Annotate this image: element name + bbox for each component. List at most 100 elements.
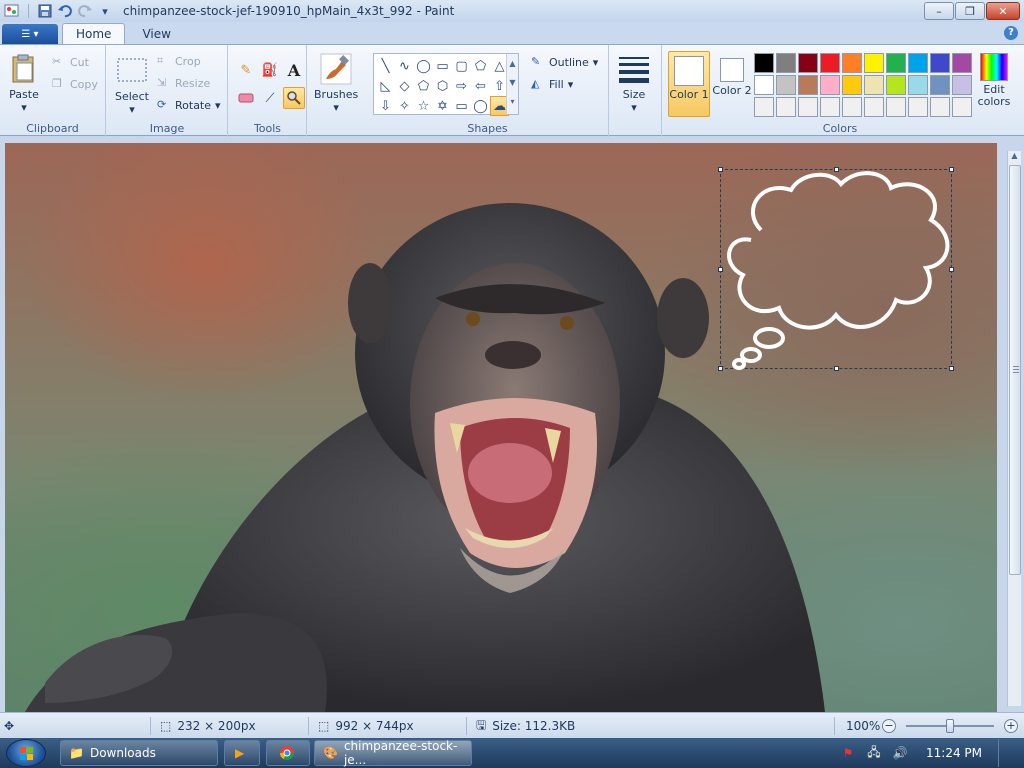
color-swatch[interactable] [908,53,928,73]
tab-home[interactable]: Home [62,23,126,44]
start-button[interactable] [6,739,46,767]
color-swatch[interactable] [754,97,774,117]
zoom-out-button[interactable]: − [882,719,896,733]
diamond-shape-icon[interactable]: ◇ [395,76,414,96]
color-swatch[interactable] [842,97,862,117]
shapes-gallery-scroll[interactable]: ▲ ▼ ▾ [506,54,518,114]
taskbar-item-paint[interactable]: 🎨 chimpanzee-stock-je... [314,739,472,767]
color-swatch[interactable] [798,97,818,117]
color-swatch[interactable] [798,53,818,73]
five-point-star-shape-icon[interactable]: ☆ [414,96,433,116]
color-swatch[interactable] [820,97,840,117]
select-button[interactable]: Select ▾ [115,55,149,116]
color-swatch[interactable] [798,75,818,95]
clock[interactable]: 11:24 PM [926,746,982,760]
resize-button[interactable]: ⇲ Resize [157,76,210,90]
network-icon[interactable]: 🖧 [866,745,882,761]
crop-button[interactable]: ⌗ Crop [157,54,201,68]
four-point-star-shape-icon[interactable]: ✧ [395,96,414,116]
zoom-in-button[interactable]: + [1004,719,1018,733]
left-arrow-shape-icon[interactable]: ⇦ [471,76,490,96]
pencil-icon[interactable]: ✎ [235,59,257,81]
polygon-shape-icon[interactable]: ⬠ [471,56,490,76]
maximize-button[interactable]: ❐ [955,2,985,20]
outline-button[interactable]: ✎ Outline ▾ [531,55,598,69]
color-swatch[interactable] [952,53,972,73]
fill-button[interactable]: ◭ Fill ▾ [531,77,573,91]
color-swatch[interactable] [864,97,884,117]
color-swatch[interactable] [754,75,774,95]
color-swatch[interactable] [886,97,906,117]
color-swatch[interactable] [754,53,774,73]
rectangle-shape-icon[interactable]: ▭ [433,56,452,76]
color-swatch[interactable] [864,53,884,73]
color-swatch[interactable] [776,97,796,117]
color-swatch[interactable] [886,53,906,73]
color-picker-icon[interactable]: ⟋ [259,87,281,109]
customize-toolbar-dropdown-icon[interactable]: ▾ [97,3,113,19]
action-center-icon[interactable]: ⚑ [840,745,856,761]
color-swatch[interactable] [842,75,862,95]
down-arrow-shape-icon[interactable]: ⇩ [376,96,395,116]
show-desktop-button[interactable] [998,739,1012,767]
color-swatch[interactable] [930,53,950,73]
right-arrow-shape-icon[interactable]: ⇨ [452,76,471,96]
right-triangle-shape-icon[interactable]: ◺ [376,76,395,96]
taskbar-item-chrome[interactable] [266,740,310,766]
color-swatch[interactable] [930,75,950,95]
zoom-slider[interactable] [906,719,994,733]
volume-icon[interactable]: 🔊 [892,745,908,761]
pentagon-shape-icon[interactable]: ⬠ [414,76,433,96]
color-swatch[interactable] [952,97,972,117]
color1-button[interactable]: Color 1 [668,51,710,117]
scroll-up-icon[interactable]: ▲ [1008,151,1021,163]
color-swatch[interactable] [776,75,796,95]
vertical-scrollbar[interactable]: ▲ [1007,151,1021,706]
copy-button[interactable]: ❐ Copy [52,77,98,91]
save-icon[interactable] [37,3,53,19]
color-swatch[interactable] [930,97,950,117]
paste-button[interactable]: Paste ▾ [8,53,40,114]
minimize-button[interactable]: – [924,2,954,20]
edit-colors-button[interactable]: Edit colors [974,51,1014,117]
rotate-button[interactable]: ⟳ Rotate ▾ [157,98,221,112]
fill-bucket-icon[interactable]: ⛽ [259,59,281,81]
line-shape-icon[interactable]: ╲ [376,56,395,76]
curve-shape-icon[interactable]: ∿ [395,56,414,76]
size-button[interactable]: Size ▾ [618,53,650,114]
scrollbar-thumb[interactable] [1009,165,1021,575]
cut-button[interactable]: ✂ Cut [52,55,89,69]
close-button[interactable]: ✕ [986,2,1020,20]
brushes-button[interactable]: Brushes ▾ [314,53,358,114]
rounded-callout-shape-icon[interactable]: ▭ [452,96,471,116]
zoom-slider-thumb[interactable] [946,719,954,733]
taskbar-item-downloads[interactable]: 📁 Downloads [60,740,218,766]
shape-selection-box[interactable] [718,167,954,371]
six-point-star-shape-icon[interactable]: ✡ [433,96,452,116]
paint-menu-button[interactable]: ☰ ▾ [2,24,58,44]
magnifier-icon[interactable] [283,87,305,109]
oval-shape-icon[interactable]: ◯ [414,56,433,76]
drawing-canvas[interactable] [5,143,997,712]
color-swatch[interactable] [820,53,840,73]
help-icon[interactable]: ? [1004,26,1018,40]
color-swatch[interactable] [776,53,796,73]
rounded-rectangle-shape-icon[interactable]: ▢ [452,56,471,76]
color-swatch[interactable] [886,75,906,95]
paint-app-icon[interactable] [4,3,20,19]
taskbar-item-media-player[interactable]: ▶ [224,740,260,766]
redo-icon[interactable] [77,3,93,19]
color-swatch[interactable] [952,75,972,95]
color-swatch[interactable] [842,53,862,73]
color-swatch[interactable] [908,97,928,117]
oval-callout-shape-icon[interactable]: ◯ [471,96,490,116]
color-swatch[interactable] [820,75,840,95]
color2-button[interactable]: Color 2 [712,51,752,117]
undo-icon[interactable] [57,3,73,19]
eraser-icon[interactable] [235,87,257,109]
color-swatch[interactable] [908,75,928,95]
tab-view[interactable]: View [129,23,183,44]
text-tool-icon[interactable]: A [283,59,305,81]
color-swatch[interactable] [864,75,884,95]
hexagon-shape-icon[interactable]: ⬡ [433,76,452,96]
